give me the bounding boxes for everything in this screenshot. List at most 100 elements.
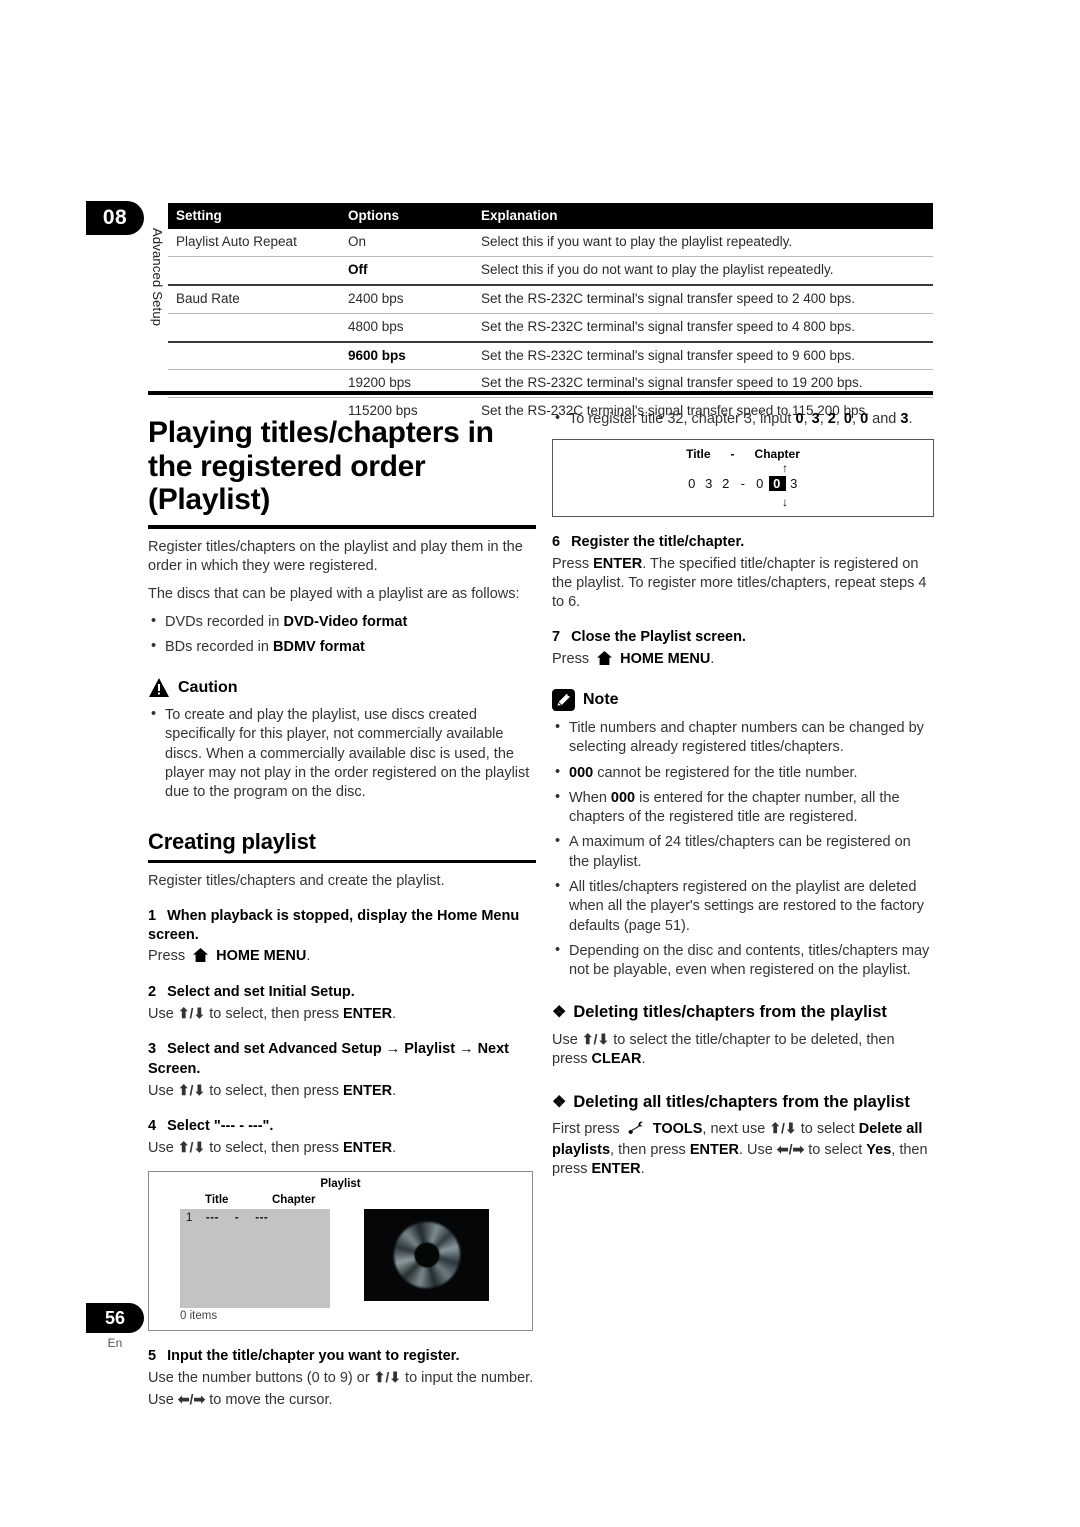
row-title-dashes: --- <box>205 1211 219 1224</box>
row-index: 1 <box>186 1211 193 1224</box>
tc-dash-label: - <box>730 447 735 462</box>
up-down-arrows-icon: ⬆/⬇ <box>769 1120 797 1137</box>
step-5-body-line1: Use the number buttons (0 to 9) or ⬆/⬇ t… <box>148 1368 536 1388</box>
body-p1: First press <box>552 1121 620 1138</box>
playlist-figure-disc-thumbnail <box>364 1208 489 1301</box>
yes-bold: Yes <box>866 1141 892 1158</box>
note-bold-mid: 000 <box>610 789 636 806</box>
cell-explanation: Set the RS-232C terminal's signal transf… <box>473 340 933 370</box>
list-item: A maximum of 24 titles/chapters can be r… <box>552 832 934 872</box>
up-down-arrows-icon: ⬆/⬇ <box>581 1031 610 1048</box>
table-bottom-rule <box>148 391 933 395</box>
step-body-pre: Press <box>552 555 594 572</box>
example-digit: 0 <box>843 411 852 427</box>
playlist-figure-item-count: 0 items <box>180 1309 218 1322</box>
page-language-label: En <box>107 1336 123 1350</box>
page-title: Playing titles/chapters in the registere… <box>148 416 494 517</box>
title-rule <box>148 524 536 529</box>
step-number: 6 <box>552 534 561 551</box>
right-column: To register title 32, chapter 3, input 0… <box>552 404 934 1179</box>
note-text: cannot be registered for the title numbe… <box>593 764 858 781</box>
step-number: 5 <box>148 1347 157 1364</box>
up-down-arrows-icon: ⬆/⬇ <box>373 1368 402 1385</box>
table-header-row: Setting Options Explanation <box>168 203 933 229</box>
note-bold-lead: 000 <box>569 764 594 781</box>
body-p3: to select <box>796 1121 859 1138</box>
step-2-heading: 2 Select and set Initial Setup. <box>148 983 536 1002</box>
step-5-body-line2: Use ⬅/➡ to move the cursor. <box>148 1390 536 1410</box>
cell-option: Off <box>340 255 473 285</box>
step-number: 1 <box>148 907 157 924</box>
th-explanation: Explanation <box>473 203 933 229</box>
step-body-post: to move the cursor. <box>205 1392 333 1409</box>
step-number: 3 <box>148 1041 157 1058</box>
playlist-figure-col-chapter: Chapter <box>272 1193 316 1206</box>
table-body: Playlist Auto Repeat On Select this if y… <box>168 229 933 426</box>
step-body-bold: ENTER <box>343 1082 393 1099</box>
tc-digit: 2 <box>722 476 730 492</box>
step-body-bold: ENTER <box>343 1140 393 1157</box>
warning-triangle-icon <box>148 677 170 698</box>
list-item: Title numbers and chapter numbers can be… <box>552 718 934 758</box>
left-right-arrows-icon: ⬅/➡ <box>177 1391 206 1408</box>
cell-setting <box>168 255 340 285</box>
note-label: Note <box>583 690 619 708</box>
tc-title-label: Title <box>686 447 711 462</box>
left-column: Playing titles/chapters in the registere… <box>148 404 536 1411</box>
up-down-arrows-icon: ⬆/⬇ <box>177 1139 206 1156</box>
tools-bold: TOOLS <box>652 1121 703 1138</box>
table-row: Baud Rate 2400 bps Set the RS-232C termi… <box>168 283 933 314</box>
playlist-figure-list: 1 --- - --- <box>180 1208 330 1308</box>
cell-option: 9600 bps <box>340 340 473 370</box>
step-body-bold: HOME MENU <box>216 948 307 965</box>
step-body-pre: Press <box>148 948 186 965</box>
note-list: Title numbers and chapter numbers can be… <box>552 718 934 981</box>
subheading-deleting-titles: ❖ Deleting titles/chapters from the playl… <box>552 1002 934 1024</box>
home-icon <box>193 948 209 963</box>
playlist-figure-title: Playlist <box>320 1177 361 1190</box>
list-item: DVDs recorded in DVD-Video format <box>148 612 536 632</box>
body-bold: CLEAR <box>591 1051 642 1068</box>
example-digit: 3 <box>811 411 820 427</box>
table-row: 9600 bps Set the RS-232C terminal's sign… <box>168 340 933 370</box>
step-text: Close the Playlist screen. <box>571 629 746 646</box>
tc-headers: Title - Chapter <box>553 447 933 461</box>
step-body-post: . <box>306 948 311 965</box>
step-6-heading: 6 Register the title/chapter. <box>552 533 934 552</box>
cell-explanation: Select this if you do not want to play t… <box>473 255 933 285</box>
example-prefix: To register title 32, chapter 3, input <box>569 411 796 427</box>
left-right-arrows-icon: ⬅/➡ <box>776 1140 805 1157</box>
row-separator: - <box>234 1211 240 1224</box>
subheading-text: Deleting titles/chapters from the playli… <box>573 1003 887 1022</box>
diamond-bullet-icon: ❖ <box>552 1093 567 1111</box>
body-p8: . <box>640 1161 645 1177</box>
cell-explanation: Set the RS-232C terminal's signal transf… <box>473 283 933 314</box>
cell-option: 4800 bps <box>340 312 473 342</box>
step-number: 4 <box>148 1118 157 1135</box>
cell-explanation: Set the RS-232C terminal's signal transf… <box>473 312 933 342</box>
list-item-bold: DVD-Video format <box>283 613 408 630</box>
up-down-arrows-icon: ⬆/⬇ <box>177 1005 206 1021</box>
step-text: Select and set Initial Setup. <box>167 983 355 1000</box>
step-body-pre: Use <box>148 1392 178 1409</box>
chapter-vertical-label: Advanced Setup <box>150 228 165 327</box>
manual-page: 08 Advanced Setup Setting Options Explan… <box>0 0 1080 1527</box>
step-5-heading: 5 Input the title/chapter you want to reg… <box>148 1347 536 1366</box>
list-item-bold: BDMV format <box>273 638 365 655</box>
tc-digit: 3 <box>790 476 798 492</box>
example-digit: 0 <box>795 411 804 427</box>
subheading-text: Deleting all titles/chapters from the pl… <box>573 1092 910 1111</box>
register-example-list: To register title 32, chapter 3, input 0… <box>552 409 934 429</box>
step-4-body: Use ⬆/⬇ to select, then press ENTER. <box>148 1138 536 1158</box>
list-item-prefix: BDs recorded in <box>165 638 273 655</box>
example-digit: 0 <box>860 411 869 427</box>
playlist-figure-row: 1 --- - --- <box>186 1212 268 1224</box>
list-item: Depending on the disc and contents, titl… <box>552 941 934 981</box>
step-4-heading: 4 Select "--- - ---". <box>148 1117 536 1136</box>
body-p2: , next use <box>702 1121 770 1138</box>
tc-digit-row: 032-003 <box>553 476 933 492</box>
step-text: Input the title/chapter you want to regi… <box>167 1347 460 1364</box>
cursor-down-arrow-icon: ↓ <box>782 495 788 510</box>
chapter-badge: 08 <box>86 201 144 235</box>
tc-digit: 0 <box>756 476 764 492</box>
